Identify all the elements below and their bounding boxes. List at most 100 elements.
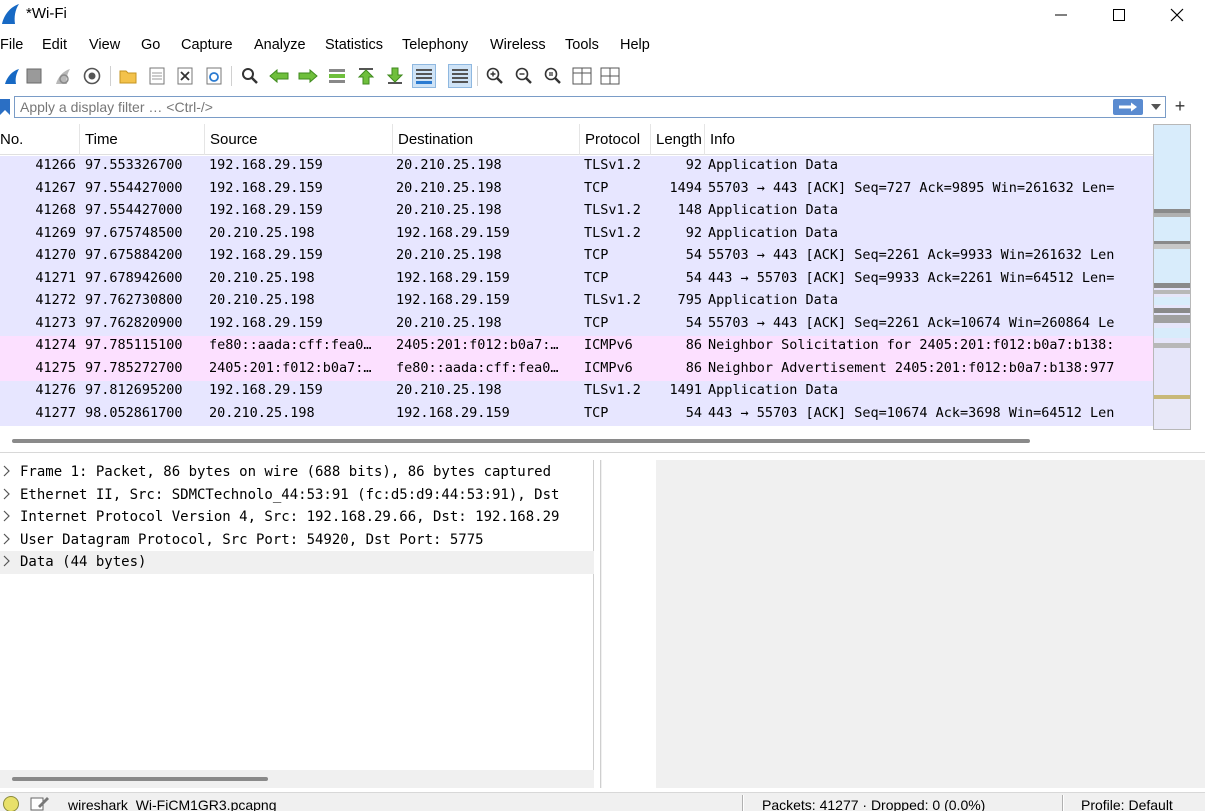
apply-filter-button[interactable] xyxy=(1113,99,1143,115)
menu-file[interactable]: File xyxy=(0,37,23,53)
go-last-packet-icon xyxy=(386,67,404,84)
stop-capture-button[interactable] xyxy=(22,64,46,88)
find-packet-button[interactable] xyxy=(238,64,262,88)
display-filter-input[interactable] xyxy=(14,96,1166,118)
window-title: *Wi-Fi xyxy=(26,5,67,22)
scrollbar-thumb[interactable] xyxy=(12,777,268,781)
pane-splitter[interactable] xyxy=(0,452,1205,458)
menu-view[interactable]: View xyxy=(89,37,120,53)
reload-file-button[interactable] xyxy=(202,64,226,88)
detail-tree-item[interactable]: Frame 1: Packet, 86 bytes on wire (688 b… xyxy=(0,461,594,484)
packet-protocol: TCP xyxy=(584,179,609,196)
details-horizontal-scrollbar[interactable] xyxy=(0,770,594,788)
maximize-button[interactable] xyxy=(1090,0,1148,30)
resize-columns-button[interactable] xyxy=(570,64,594,88)
add-filter-button[interactable]: + xyxy=(1170,96,1190,116)
capture-options-button[interactable] xyxy=(80,64,104,88)
detail-tree-item[interactable]: Data (44 bytes) xyxy=(0,551,594,574)
menu-go[interactable]: Go xyxy=(141,37,160,53)
packet-no: 41267 xyxy=(35,179,76,196)
packet-row[interactable]: 41275 97.785272700 2405:201:f012:b0a7:… … xyxy=(0,358,1153,381)
packet-row[interactable]: 41269 97.675748500 20.210.25.198 192.168… xyxy=(0,223,1153,246)
zoom-in-button[interactable] xyxy=(483,64,507,88)
packet-row[interactable]: 41276 97.812695200 192.168.29.159 20.210… xyxy=(0,381,1153,404)
go-first-packet-button[interactable] xyxy=(354,64,378,88)
normal-size-icon xyxy=(544,67,561,84)
column-header-info[interactable]: Info xyxy=(705,124,1153,155)
packet-protocol: TLSv1.2 xyxy=(584,157,641,173)
bookmark-icon[interactable] xyxy=(0,97,12,117)
packet-row[interactable]: 41272 97.762730800 20.210.25.198 192.168… xyxy=(0,291,1153,314)
packet-list-horizontal-scrollbar[interactable] xyxy=(0,432,1205,446)
close-file-button[interactable] xyxy=(173,64,197,88)
status-bar: wireshark_Wi-FiCM1GR3.pcapng Packets: 41… xyxy=(0,792,1205,811)
packet-row[interactable]: 41266 97.553326700 192.168.29.159 20.210… xyxy=(0,156,1153,179)
start-capture-button[interactable] xyxy=(0,64,24,88)
packet-length: 148 xyxy=(677,202,702,218)
profile-selector[interactable]: Profile: Default xyxy=(1081,797,1173,811)
detail-tree-item[interactable]: User Datagram Protocol, Src Port: 54920,… xyxy=(0,529,594,552)
capture-file-name: wireshark_Wi-FiCM1GR3.pcapng xyxy=(68,797,277,811)
go-back-icon xyxy=(269,69,289,83)
restart-capture-button[interactable] xyxy=(51,64,75,88)
packet-info: 55703 → 443 [ACK] Seq=727 Ack=9895 Win=2… xyxy=(708,179,1115,196)
normal-size-button[interactable] xyxy=(541,64,565,88)
packet-minimap-scrollbar[interactable] xyxy=(1153,124,1191,430)
packet-row[interactable]: 41277 98.052861700 20.210.25.198 192.168… xyxy=(0,403,1153,426)
column-header-source[interactable]: Source xyxy=(205,124,393,155)
go-forward-button[interactable] xyxy=(296,64,320,88)
auto-scroll-icon xyxy=(416,69,432,84)
colorize-button[interactable] xyxy=(448,64,472,88)
minimize-button[interactable] xyxy=(1032,0,1090,30)
chevron-right-icon[interactable] xyxy=(2,488,12,500)
packet-protocol: TCP xyxy=(584,269,609,286)
packet-row[interactable]: 41274 97.785115100 fe80::aada:cff:fea0… … xyxy=(0,336,1153,359)
save-file-button[interactable] xyxy=(145,64,169,88)
go-last-packet-button[interactable] xyxy=(383,64,407,88)
packet-info: 55703 → 443 [ACK] Seq=2261 Ack=10674 Win… xyxy=(708,314,1115,331)
open-file-button[interactable] xyxy=(116,64,140,88)
packet-row[interactable]: 41273 97.762820900 192.168.29.159 20.210… xyxy=(0,313,1153,336)
packet-row[interactable]: 41267 97.554427000 192.168.29.159 20.210… xyxy=(0,178,1153,201)
menu-wireless[interactable]: Wireless xyxy=(490,37,546,53)
column-header-protocol[interactable]: Protocol xyxy=(580,124,651,155)
chevron-right-icon[interactable] xyxy=(2,533,12,545)
menu-statistics[interactable]: Statistics xyxy=(325,37,383,53)
zoom-out-button[interactable] xyxy=(512,64,536,88)
open-file-icon xyxy=(119,70,137,84)
detail-tree-item[interactable]: Internet Protocol Version 4, Src: 192.16… xyxy=(0,506,594,529)
go-to-packet-button[interactable] xyxy=(325,64,349,88)
capture-status-icon[interactable] xyxy=(3,796,19,811)
packet-time: 97.812695200 xyxy=(85,382,183,398)
packet-destination: 192.168.29.159 xyxy=(396,269,510,286)
packet-row[interactable]: 41270 97.675884200 192.168.29.159 20.210… xyxy=(0,246,1153,269)
packet-length: 54 xyxy=(685,404,702,421)
layout-columns-button[interactable] xyxy=(598,64,622,88)
chevron-right-icon[interactable] xyxy=(2,555,12,567)
packet-source: 20.210.25.198 xyxy=(209,269,315,286)
edit-comment-icon[interactable] xyxy=(30,795,50,811)
packet-time: 97.678942600 xyxy=(85,269,183,286)
menu-telephony[interactable]: Telephony xyxy=(402,37,468,53)
auto-scroll-button[interactable] xyxy=(412,64,436,88)
scrollbar-thumb[interactable] xyxy=(12,439,1030,443)
menu-analyze[interactable]: Analyze xyxy=(254,37,306,53)
detail-tree-item[interactable]: Ethernet II, Src: SDMCTechnolo_44:53:91 … xyxy=(0,484,594,507)
menu-tools[interactable]: Tools xyxy=(565,37,599,53)
chevron-right-icon[interactable] xyxy=(2,510,12,522)
menu-capture[interactable]: Capture xyxy=(181,37,233,53)
column-header-length[interactable]: Length xyxy=(651,124,705,155)
detail-text: Data (44 bytes) xyxy=(20,554,147,570)
chevron-right-icon[interactable] xyxy=(2,465,12,477)
menu-help[interactable]: Help xyxy=(620,37,650,53)
column-header-no[interactable]: No. xyxy=(0,124,80,155)
menu-edit[interactable]: Edit xyxy=(42,37,67,53)
packet-row[interactable]: 41271 97.678942600 20.210.25.198 192.168… xyxy=(0,268,1153,291)
go-back-button[interactable] xyxy=(267,64,291,88)
packet-destination: fe80::aada:cff:fea0… xyxy=(396,359,559,376)
filter-history-dropdown[interactable] xyxy=(1148,99,1164,115)
packet-row[interactable]: 41268 97.554427000 192.168.29.159 20.210… xyxy=(0,201,1153,224)
column-header-destination[interactable]: Destination xyxy=(393,124,580,155)
close-button[interactable] xyxy=(1148,0,1205,30)
column-header-time[interactable]: Time xyxy=(80,124,205,155)
